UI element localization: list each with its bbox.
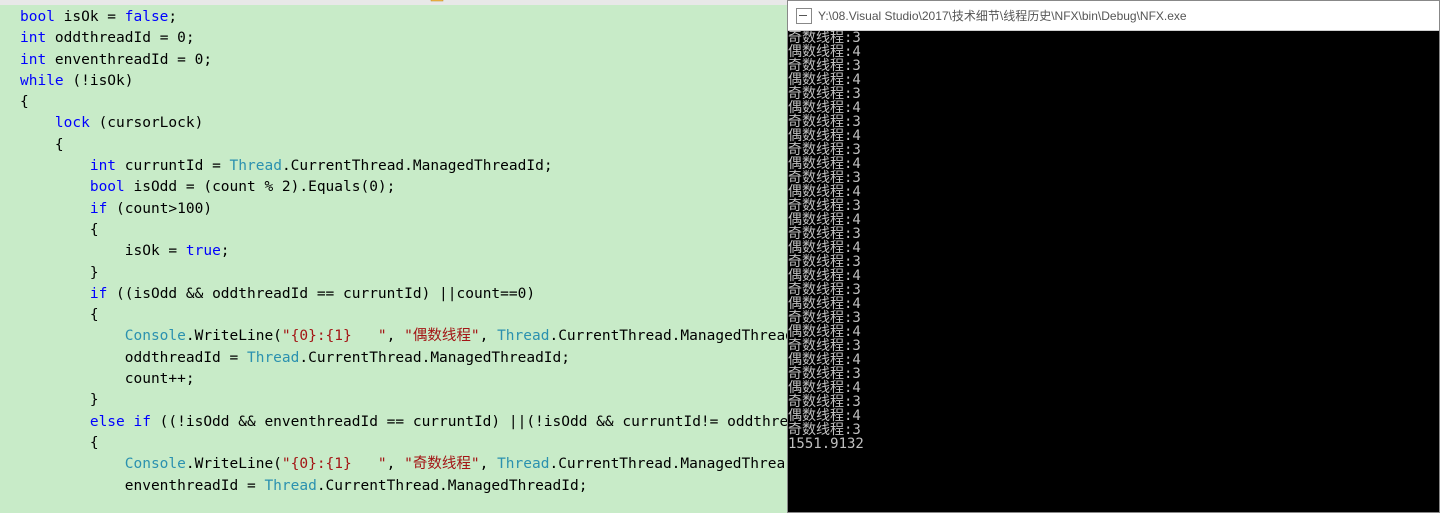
code-text: { (20, 435, 99, 451)
code-text: enventhreadId = 0; (46, 52, 212, 68)
code-keyword: bool (90, 179, 125, 195)
code-text: .CurrentThread.ManagedThreadId; (282, 158, 553, 174)
code-class: Console (125, 456, 186, 472)
code-text (20, 115, 55, 131)
code-class: Console (125, 328, 186, 344)
code-text: isOk = (20, 243, 186, 259)
code-class: Thread (497, 456, 549, 472)
code-string: "{0}:{1} " (282, 328, 387, 344)
code-class: Thread (264, 478, 316, 494)
code-text: .CurrentThread.ManagedThrea (549, 456, 785, 472)
console-app-icon (796, 8, 812, 24)
code-keyword: int (20, 30, 46, 46)
code-text (20, 179, 90, 195)
code-keyword: while (20, 73, 64, 89)
code-editor-pane[interactable]: NFX.Class2 bool isOk = false; int oddthr… (0, 0, 787, 513)
code-text: { (20, 222, 99, 238)
class-tab[interactable]: NFX.Class2 (430, 0, 520, 2)
code-text: isOdd = (count % 2).Equals(0); (125, 179, 396, 195)
code-text: oddthreadId = (20, 350, 247, 366)
code-string: "偶数线程" (404, 328, 479, 344)
console-output[interactable]: 奇数线程:3 偶数线程:4 奇数线程:3 偶数线程:4 奇数线程:3 偶数线程:… (788, 31, 1439, 512)
code-class: Thread (230, 158, 282, 174)
code-text: (cursorLock) (90, 115, 204, 131)
code-text: isOk = (55, 9, 125, 25)
code-text: { (20, 94, 29, 110)
code-keyword: int (90, 158, 116, 174)
code-string: "奇数线程" (404, 456, 479, 472)
code-text (20, 328, 125, 344)
console-title: Y:\08.Visual Studio\2017\技术细节\线程历史\NFX\b… (818, 7, 1187, 24)
code-text: { (20, 307, 99, 323)
code-text: .CurrentThread.ManagedThread (549, 328, 787, 344)
code-keyword: lock (55, 115, 90, 131)
code-keyword: false (125, 9, 169, 25)
code-text: enventhreadId = (20, 478, 264, 494)
code-string: "{0}:{1} " (282, 456, 387, 472)
code-text: ((!isOdd && enventhreadId == curruntId) … (151, 414, 787, 430)
code-text: oddthreadId = 0; (46, 30, 194, 46)
code-keyword: if (90, 201, 107, 217)
code-text: curruntId = (116, 158, 230, 174)
code-text: ; (221, 243, 230, 259)
code-keyword: bool (20, 9, 55, 25)
code-text: } (20, 392, 99, 408)
code-text: , (387, 456, 404, 472)
code-keyword: else if (90, 414, 151, 430)
code-text (20, 201, 90, 217)
code-text (20, 456, 125, 472)
code-text (20, 158, 90, 174)
code-text: , (480, 456, 497, 472)
code-text-area[interactable]: bool isOk = false; int oddthreadId = 0; … (0, 5, 787, 497)
code-text: , (480, 328, 497, 344)
code-text: { (20, 137, 64, 153)
code-class: Thread (247, 350, 299, 366)
console-window[interactable]: Y:\08.Visual Studio\2017\技术细节\线程历史\NFX\b… (787, 0, 1440, 513)
code-text: , (387, 328, 404, 344)
code-text: count++; (20, 371, 195, 387)
code-text: (!isOk) (64, 73, 134, 89)
code-text: (count>100) (107, 201, 212, 217)
code-text (20, 286, 90, 302)
code-text (20, 414, 90, 430)
class-tab-label: NFX.Class2 (448, 0, 520, 2)
code-text: ((isOdd && oddthreadId == curruntId) ||c… (107, 286, 535, 302)
csharp-class-icon (430, 0, 444, 2)
code-text: ; (168, 9, 177, 25)
code-keyword: int (20, 52, 46, 68)
code-keyword: true (186, 243, 221, 259)
code-text: .CurrentThread.ManagedThreadId; (299, 350, 570, 366)
code-text: .WriteLine( (186, 328, 282, 344)
code-text: .CurrentThread.ManagedThreadId; (317, 478, 588, 494)
code-text: } (20, 265, 99, 281)
console-titlebar[interactable]: Y:\08.Visual Studio\2017\技术细节\线程历史\NFX\b… (788, 1, 1439, 31)
code-keyword: if (90, 286, 107, 302)
editor-tab-bar: NFX.Class2 (0, 0, 787, 5)
code-text: .WriteLine( (186, 456, 282, 472)
code-class: Thread (497, 328, 549, 344)
